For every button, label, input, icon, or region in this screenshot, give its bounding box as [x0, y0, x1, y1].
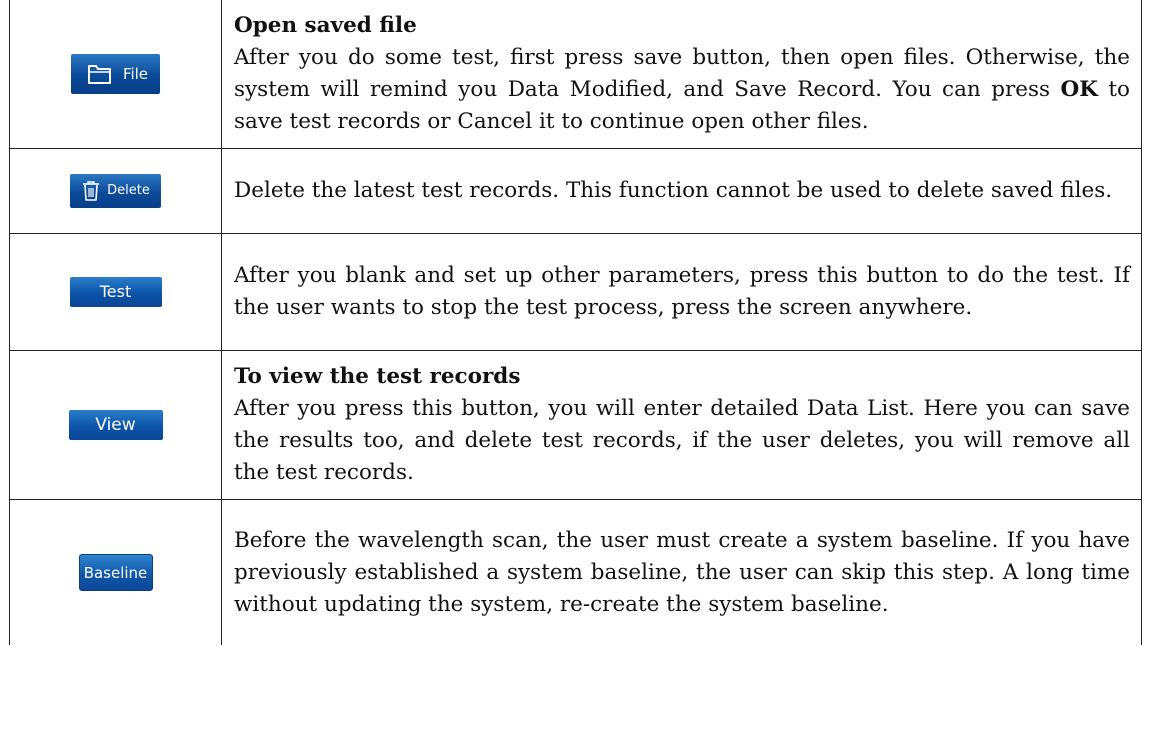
table-row-baseline: Baseline Before the wavelength scan, the… [9, 499, 1142, 645]
file-button-label: File [122, 65, 149, 83]
view-button-label: View [95, 415, 136, 435]
description-text: After you blank and set up other paramet… [234, 263, 1130, 320]
description-text: Delete the latest test records. This fun… [234, 178, 1113, 203]
delete-button-label: Delete [107, 183, 150, 198]
section-heading-open-saved-file: Open saved file [234, 13, 417, 38]
description-text-part: After you do some test, first press save… [234, 45, 1130, 102]
delete-button[interactable]: Delete [70, 174, 161, 208]
test-button[interactable]: Test [69, 277, 162, 307]
description-text: Before the wavelength scan, the user mus… [234, 527, 1130, 617]
folder-icon [87, 63, 113, 85]
button-cell-view: View [9, 350, 222, 500]
trash-icon [81, 180, 101, 202]
description-cell-baseline: Before the wavelength scan, the user mus… [221, 499, 1142, 645]
description-text: After you press this button, you will en… [234, 396, 1130, 485]
description-cell-file: Open saved file After you do some test, … [221, 0, 1142, 149]
file-button[interactable]: File [71, 54, 160, 94]
button-cell-baseline: Baseline [9, 499, 222, 645]
table-row-test: Test After you blank and set up other pa… [9, 233, 1142, 351]
baseline-button-label: Baseline [83, 563, 148, 582]
description-cell-delete: Delete the latest test records. This fun… [221, 148, 1142, 234]
section-heading-view-records: To view the test records [234, 364, 521, 389]
view-button[interactable]: View [68, 410, 163, 440]
button-cell-file: File [9, 0, 222, 149]
button-reference-table: File Open saved file After you do some t… [9, 0, 1142, 645]
description-cell-view: To view the test records After you press… [221, 350, 1142, 500]
description-cell-test: After you blank and set up other paramet… [221, 233, 1142, 351]
button-cell-test: Test [9, 233, 222, 351]
table-row-file: File Open saved file After you do some t… [9, 0, 1142, 149]
table-row-view: View To view the test records After you … [9, 350, 1142, 500]
ok-emphasis: OK [1060, 77, 1098, 102]
description-text: After you do some test, first press save… [234, 45, 1130, 134]
test-button-label: Test [99, 282, 132, 301]
button-cell-delete: Delete [9, 148, 222, 234]
table-row-delete: Delete Delete the latest test records. T… [9, 148, 1142, 234]
baseline-button[interactable]: Baseline [78, 554, 153, 591]
